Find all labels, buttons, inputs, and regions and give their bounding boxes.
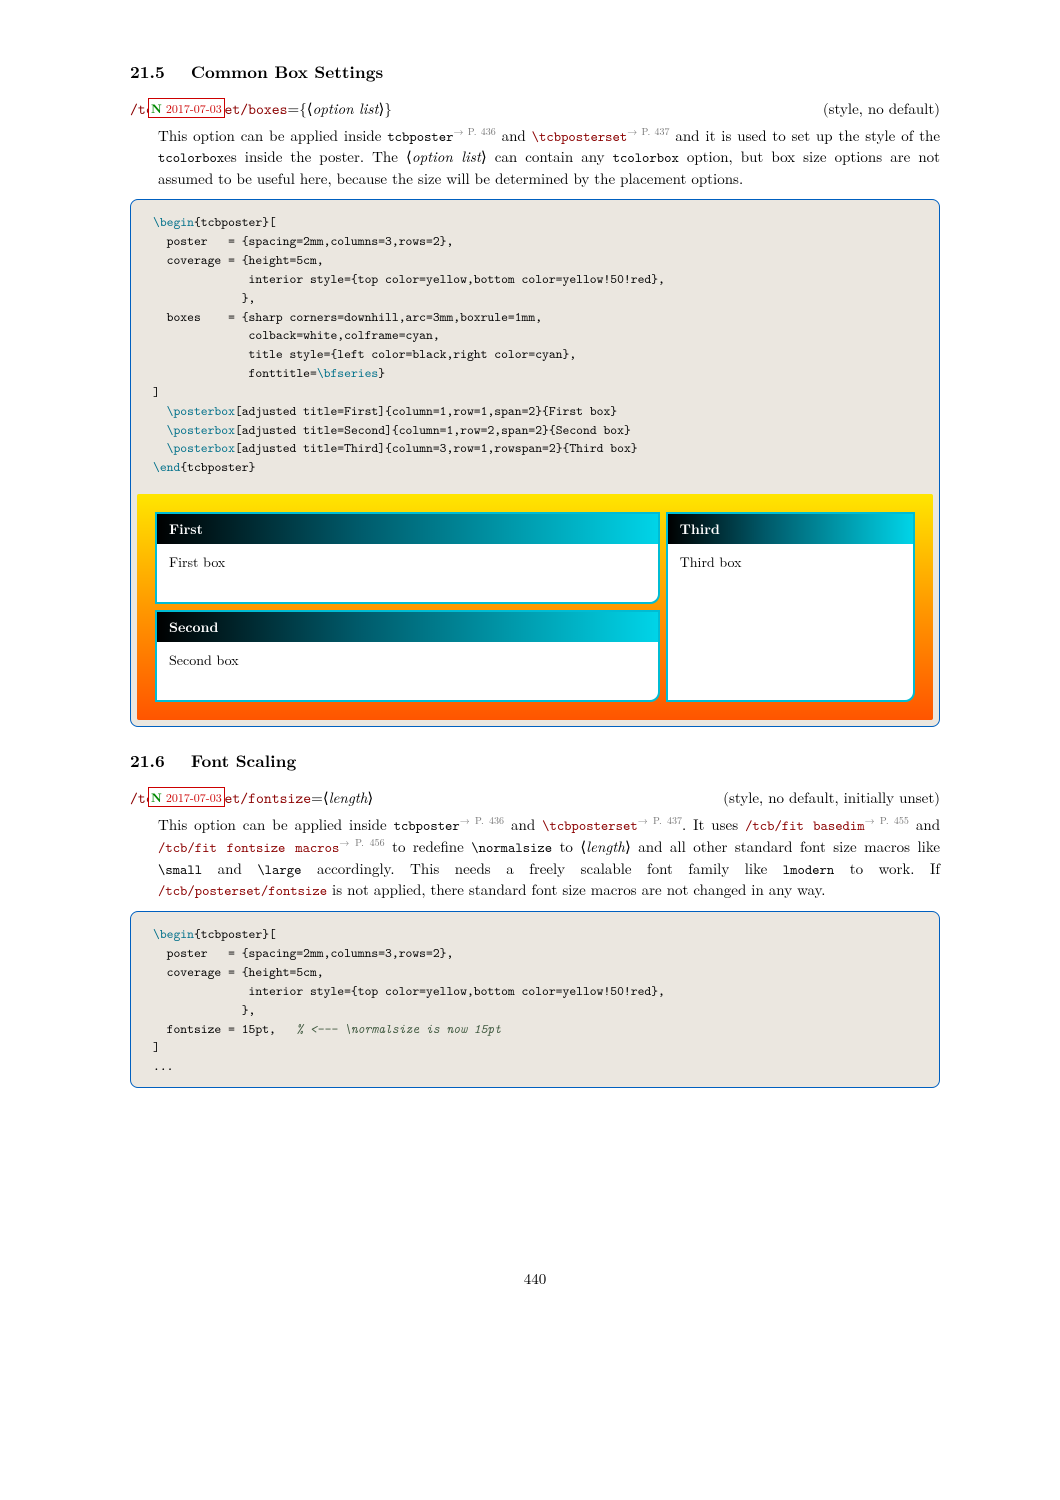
section-heading: 21.6 Font Scaling xyxy=(130,749,940,773)
key-name: fontsize xyxy=(248,788,311,808)
poster-box-third: Third Third box xyxy=(666,512,915,702)
key-arg-open: ={⟨ xyxy=(288,98,313,119)
poster-grid: First First box Third Third box Second S… xyxy=(155,512,915,702)
code-output: First First box Third Third box Second S… xyxy=(137,494,933,720)
section-number: 21.5 xyxy=(130,60,165,84)
key-default: (style, no default, initially unset) xyxy=(723,787,940,808)
key-name: boxes xyxy=(248,99,287,119)
poster-box-title: Third xyxy=(668,514,913,544)
section-number: 21.6 xyxy=(130,749,165,773)
version-tag: N 2017-07-03 xyxy=(148,98,225,118)
key-arg: length xyxy=(329,787,368,808)
code-listing: \begin{tcbposter}[ poster = {spacing=2mm… xyxy=(131,912,939,1087)
section-title: Common Box Settings xyxy=(191,60,383,84)
section-heading: 21.5 Common Box Settings xyxy=(130,60,940,84)
key-definition-line: N 2017-07-03 /tcb/posterset/fontsize=⟨le… xyxy=(130,787,940,808)
version-tag: N 2017-07-03 xyxy=(148,787,225,807)
poster-box-body: Third box xyxy=(668,544,913,700)
poster-box-first: First First box xyxy=(155,512,660,604)
section-title: Font Scaling xyxy=(191,749,296,773)
key-arg-close: ⟩} xyxy=(379,98,392,119)
section-common-box-settings: 21.5 Common Box Settings N 2017-07-03 /t… xyxy=(130,60,940,727)
section-font-scaling: 21.6 Font Scaling N 2017-07-03 /tcb/post… xyxy=(130,749,940,1088)
key-arg-close: ⟩ xyxy=(367,787,373,808)
code-listing: \begin{tcbposter}[ poster = {spacing=2mm… xyxy=(131,200,939,488)
tag-new: N xyxy=(151,788,162,806)
tag-new: N xyxy=(151,99,162,117)
page-number: 440 xyxy=(130,1268,940,1289)
key-definition-line: N 2017-07-03 /tcb/posterset/boxes={⟨opti… xyxy=(130,98,940,119)
poster-box-body: Second box xyxy=(157,642,658,700)
poster-box-body: First box xyxy=(157,544,658,602)
tag-date: 2017-07-03 xyxy=(166,100,222,117)
description-text: This option can be applied inside tcbpos… xyxy=(158,125,940,189)
description-text: This option can be applied inside tcbpos… xyxy=(158,814,940,901)
poster-box-title: Second xyxy=(157,612,658,642)
code-example-box: \begin{tcbposter}[ poster = {spacing=2mm… xyxy=(130,911,940,1088)
key-arg: option list xyxy=(313,98,379,119)
poster-box-second: Second Second box xyxy=(155,610,660,702)
poster-box-title: First xyxy=(157,514,658,544)
key-arg-open: =⟨ xyxy=(311,787,329,808)
tag-date: 2017-07-03 xyxy=(166,789,222,806)
code-example-box: \begin{tcbposter}[ poster = {spacing=2mm… xyxy=(130,199,940,727)
key-default: (style, no default) xyxy=(823,98,940,119)
